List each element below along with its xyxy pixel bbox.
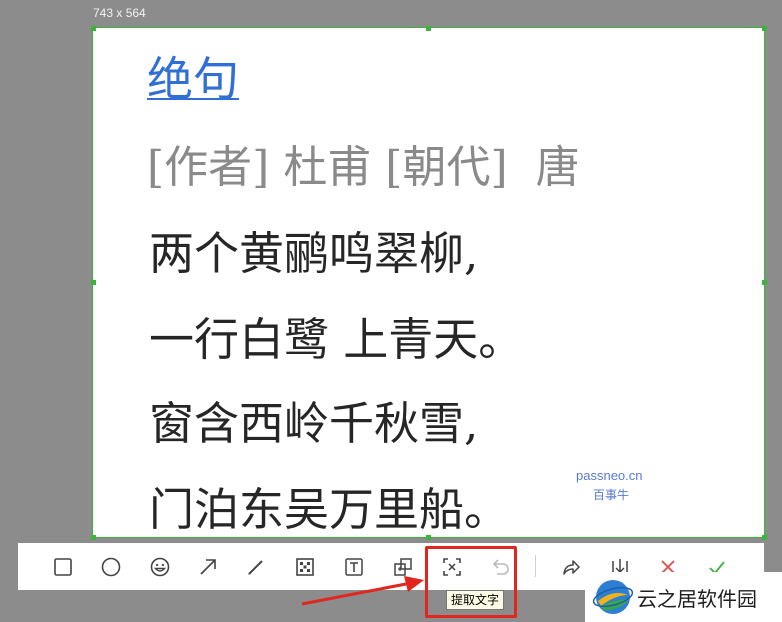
pen-icon [248,560,263,575]
rectangle-tool-button[interactable] [47,551,79,583]
mosaic-icon [296,558,314,576]
rectangle-icon [54,558,72,576]
poem-title[interactable]: 绝句 [147,48,239,110]
poem-author-dynasty: [作者] 杜甫 [朝代] 唐 [147,142,580,193]
resize-handle-bottom-left[interactable] [91,535,96,540]
site-logo: 云之居软件园 [585,572,782,622]
pen-tool-button[interactable] [240,551,272,583]
poem-line-1: 两个黄鹂鸣翠柳, [149,227,479,280]
extract-text-tooltip: 提取文字 [446,590,505,610]
resize-handle-bottom-right[interactable] [762,535,767,540]
share-button[interactable] [555,551,587,583]
resize-handle-right[interactable] [762,280,767,285]
ellipse-icon [101,557,121,577]
mosaic-tool-button[interactable] [289,551,321,583]
watermark-name: 百事牛 [593,488,630,502]
poem-line-3: 窗含西岭千秋雪, [149,397,479,450]
sticker-tool-button[interactable] [387,551,419,583]
capture-area[interactable]: 绝句 [作者] 杜甫 [朝代] 唐 两个黄鹂鸣翠柳, 一行白鹭 上青天。 窗含西… [92,27,765,538]
resize-handle-top-left[interactable] [91,26,96,31]
share-icon [563,560,580,575]
text-icon [345,558,363,576]
text-tool-button[interactable] [338,551,370,583]
poem-line-2: 一行白鹭 上青天。 [149,313,524,366]
resize-handle-top-right[interactable] [762,26,767,31]
emoji-tool-button[interactable] [144,551,176,583]
emoji-icon [150,557,170,577]
watermark-site: passneo.cn [576,468,643,483]
logo-globe-icon [592,580,634,614]
sticker-icon [394,558,412,576]
resize-handle-top[interactable] [426,26,431,31]
resize-handle-left[interactable] [91,280,96,285]
arrow-icon [200,559,216,575]
logo-text: 云之居软件园 [637,587,757,611]
ellipse-tool-button[interactable] [95,551,127,583]
resize-handle-bottom[interactable] [426,535,431,540]
arrow-tool-button[interactable] [192,551,224,583]
poem-line-4: 门泊东吴万里船。 [149,483,510,536]
toolbar-separator [535,555,536,577]
selection-size-label: 743 x 564 [93,6,146,20]
